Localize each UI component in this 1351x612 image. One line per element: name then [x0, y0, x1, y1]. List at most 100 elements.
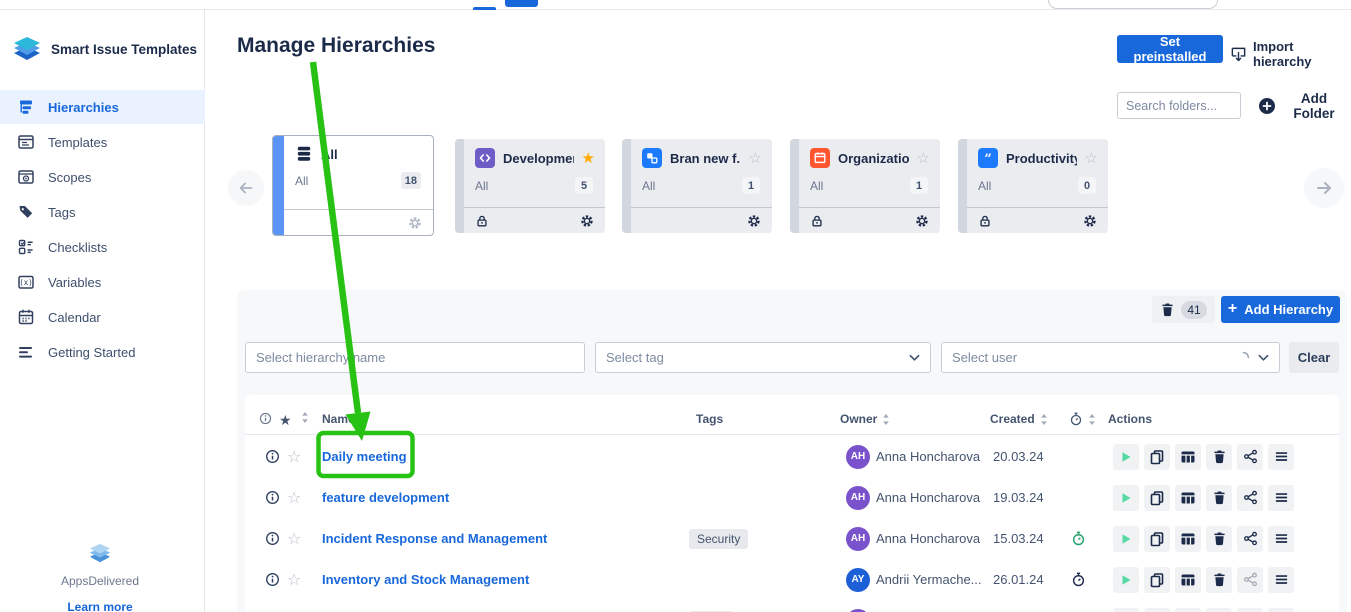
create-button[interactable]	[505, 0, 538, 7]
share-button[interactable]	[1237, 567, 1263, 593]
gear-icon[interactable]	[1083, 214, 1097, 228]
copy-button[interactable]	[1144, 526, 1170, 552]
sidebar-item-variables[interactable]: (x) Variables	[0, 265, 205, 299]
menu-button[interactable]	[1268, 526, 1294, 552]
column-owner[interactable]: Owner	[840, 412, 890, 426]
play-button[interactable]	[1113, 444, 1139, 470]
user-filter-select[interactable]: Select user	[941, 342, 1280, 373]
tag-filter-select[interactable]: Select tag	[595, 342, 931, 373]
learn-more-link[interactable]: Learn more	[67, 600, 132, 612]
row-actions	[1113, 559, 1294, 600]
table-row[interactable]: ☆ Daily meeting AH Anna Honcharova 20.03…	[245, 436, 1339, 477]
share-button[interactable]	[1237, 526, 1263, 552]
favorite-star-icon[interactable]: ☆	[287, 477, 301, 518]
favorite-star-icon[interactable]: ☆	[1085, 151, 1098, 166]
clear-filters-button[interactable]: Clear	[1289, 342, 1339, 373]
add-hierarchy-button[interactable]: + Add Hierarchy	[1221, 296, 1340, 323]
variables-icon: (x)	[17, 273, 35, 291]
folder-card-bran-new[interactable]: Bran new f... ☆ All 1	[622, 139, 772, 233]
table-button[interactable]	[1175, 526, 1201, 552]
table-row[interactable]: ☆ Inventory and Stock Management AY Andr…	[245, 559, 1339, 600]
menu-button[interactable]	[1268, 608, 1294, 612]
sidebar-item-getting-started[interactable]: Getting Started	[0, 335, 205, 369]
info-icon[interactable]	[265, 518, 280, 559]
folder-card-productivity[interactable]: ” Productivity ☆ All 0	[958, 139, 1108, 233]
info-icon[interactable]	[265, 559, 280, 600]
search-folders-input[interactable]	[1117, 92, 1241, 119]
menu-button[interactable]	[1268, 444, 1294, 470]
delete-button[interactable]	[1206, 444, 1232, 470]
copy-button[interactable]	[1144, 567, 1170, 593]
table-row[interactable]: ☆	[245, 600, 1339, 612]
sidebar-item-checklists[interactable]: Checklists	[0, 230, 205, 264]
created-date: 20.03.24	[993, 436, 1044, 477]
copy-button[interactable]	[1144, 485, 1170, 511]
carousel-prev-button[interactable]	[228, 170, 264, 206]
menu-button[interactable]	[1268, 567, 1294, 593]
folder-card-all[interactable]: All All 18	[272, 135, 434, 236]
trash-bin-button[interactable]: 41	[1152, 296, 1215, 323]
favorite-star-icon[interactable]: ☆	[749, 151, 762, 166]
play-button[interactable]	[1113, 485, 1139, 511]
sidebar-item-tags[interactable]: Tags	[0, 195, 205, 229]
owner-name: Anna Honcharova	[876, 436, 980, 477]
favorite-star-icon[interactable]: ★	[582, 151, 595, 166]
column-created[interactable]: Created	[990, 412, 1048, 426]
table-button[interactable]	[1175, 444, 1201, 470]
favorite-star-icon[interactable]: ☆	[917, 151, 930, 166]
sidebar-item-templates[interactable]: Templates	[0, 125, 205, 159]
copy-button[interactable]	[1144, 444, 1170, 470]
delete-button[interactable]	[1206, 485, 1232, 511]
play-button[interactable]	[1113, 526, 1139, 552]
import-hierarchy-button[interactable]: Import hierarchy	[1230, 39, 1351, 69]
favorite-star-icon[interactable]: ☆	[287, 559, 301, 600]
share-button[interactable]	[1237, 485, 1263, 511]
calendar-icon	[17, 308, 35, 326]
play-button[interactable]	[1113, 608, 1139, 612]
play-button[interactable]	[1113, 567, 1139, 593]
table-button[interactable]	[1175, 608, 1201, 612]
share-button[interactable]	[1237, 444, 1263, 470]
copy-button[interactable]	[1144, 608, 1170, 612]
gear-icon[interactable]	[915, 214, 929, 228]
hierarchy-name-link[interactable]: Incident Response and Management	[322, 518, 547, 559]
plus-circle-icon	[1258, 97, 1276, 115]
folder-card-organization[interactable]: Organization ☆ All 1	[790, 139, 940, 233]
gear-icon[interactable]	[408, 216, 422, 230]
column-timer[interactable]	[1069, 412, 1096, 426]
active-tab-indicator	[473, 7, 496, 10]
sidebar-item-hierarchies[interactable]: Hierarchies	[0, 90, 205, 124]
favorite-star-icon[interactable]: ☆	[287, 436, 301, 477]
table-button[interactable]	[1175, 567, 1201, 593]
star-column-icon[interactable]: ★	[279, 412, 292, 429]
sidebar-item-calendar[interactable]: Calendar	[0, 300, 205, 334]
add-hierarchy-label: Add Hierarchy	[1244, 302, 1333, 317]
favorite-star-icon[interactable]: ☆	[287, 518, 301, 559]
gear-icon[interactable]	[747, 214, 761, 228]
sort-icon[interactable]	[301, 412, 309, 423]
hierarchy-name-link[interactable]: Inventory and Stock Management	[322, 559, 529, 600]
global-search-input[interactable]	[1048, 0, 1218, 9]
delete-button[interactable]	[1206, 526, 1232, 552]
add-folder-button[interactable]: Add Folder	[1252, 92, 1351, 119]
folder-card-development[interactable]: Development ★ All 5	[455, 139, 605, 233]
hierarchy-name-filter-input[interactable]	[245, 342, 585, 373]
table-button[interactable]	[1175, 485, 1201, 511]
templates-icon	[17, 133, 35, 151]
menu-button[interactable]	[1268, 485, 1294, 511]
hierarchy-name-link[interactable]: feature development	[322, 477, 449, 518]
sidebar-item-scopes[interactable]: Scopes	[0, 160, 205, 194]
info-icon[interactable]	[265, 436, 280, 477]
column-name[interactable]: Name	[322, 412, 368, 426]
table-row[interactable]: ☆ feature development AH Anna Honcharova…	[245, 477, 1339, 518]
share-button[interactable]	[1237, 608, 1263, 612]
table-row[interactable]: ☆ Incident Response and Management Secur…	[245, 518, 1339, 559]
hierarchy-name-link[interactable]: Daily meeting	[322, 436, 407, 477]
folder-name: Bran new f...	[670, 151, 741, 166]
info-icon[interactable]	[265, 477, 280, 518]
delete-button[interactable]	[1206, 567, 1232, 593]
carousel-next-button[interactable]	[1304, 168, 1344, 208]
set-preinstalled-button[interactable]: Set preinstalled	[1117, 35, 1223, 63]
gear-icon[interactable]	[580, 214, 594, 228]
delete-button[interactable]	[1206, 608, 1232, 612]
